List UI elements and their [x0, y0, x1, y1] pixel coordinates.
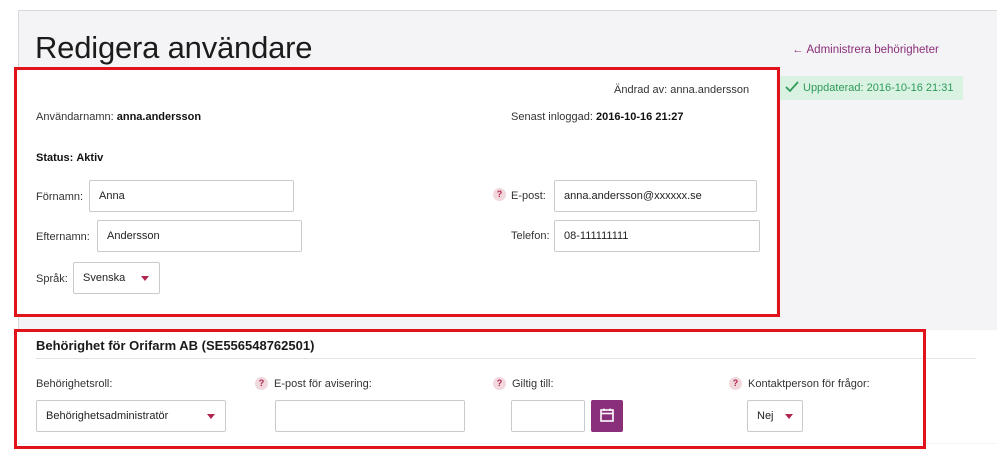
updated-toast: Uppdaterad: 2016-10-16 21:31 [779, 76, 963, 100]
firstname-input[interactable]: Anna [89, 180, 294, 212]
email-label: E-post: [511, 190, 546, 202]
changed-by-value: anna.andersson [670, 84, 750, 96]
firstname-label: Förnamn: [36, 191, 84, 203]
language-label: Språk: [36, 273, 68, 285]
valid-until-help-icon[interactable]: ? [493, 377, 506, 390]
language-select-value: Svenska [83, 272, 126, 284]
administer-permissions-link-label: Administrera behörigheter [806, 44, 939, 56]
contact-help-icon[interactable]: ? [729, 377, 742, 390]
contact-select[interactable]: Nej [747, 400, 803, 432]
calendar-button[interactable] [591, 400, 623, 432]
chevron-down-icon [141, 276, 149, 281]
chevron-down-icon [207, 414, 215, 419]
updated-toast-text: Uppdaterad: 2016-10-16 21:31 [803, 82, 954, 94]
calendar-icon [600, 408, 614, 422]
valid-until-label: Giltig till: [512, 378, 554, 390]
page-title: Redigera användare [35, 30, 313, 65]
username-label: Användarnamn: [36, 111, 114, 123]
contact-label: Kontaktperson för frågor: [748, 378, 870, 390]
valid-until-input[interactable] [511, 400, 585, 432]
last-login-row: Senast inloggad: 2016-10-16 21:27 [511, 111, 683, 123]
phone-label: Telefon: [511, 230, 550, 242]
administer-permissions-link[interactable]: ← Administrera behörigheter [792, 44, 939, 56]
permissions-title: Behörighet för Orifarm AB (SE55654876250… [36, 338, 315, 353]
changed-by-label: Ändrad av: [614, 84, 668, 96]
changed-by: Ändrad av: anna.andersson [614, 84, 749, 96]
lastname-label: Efternamn: [36, 231, 90, 243]
role-select[interactable]: Behörighetsadministratör [36, 400, 226, 432]
phone-input[interactable]: 08-111111111 [554, 220, 760, 252]
email-input[interactable]: anna.andersson@xxxxxx.se [554, 180, 757, 212]
notify-email-input[interactable] [275, 400, 465, 432]
language-select[interactable]: Svenska [73, 262, 160, 294]
status-value: Aktiv [76, 152, 104, 164]
notify-email-help-icon[interactable]: ? [255, 377, 268, 390]
contact-select-value: Nej [757, 410, 774, 422]
username-row: Användarnamn: anna.andersson [36, 111, 201, 123]
arrow-left-icon: ← [792, 44, 804, 56]
lastname-input[interactable]: Andersson [97, 220, 302, 252]
role-select-value: Behörighetsadministratör [46, 410, 169, 422]
last-login-value: 2016-10-16 21:27 [596, 111, 684, 123]
role-label: Behörighetsroll: [36, 378, 113, 390]
username-value: anna.andersson [116, 111, 202, 123]
status-label: Status: [36, 152, 74, 164]
divider [36, 358, 976, 359]
email-help-icon[interactable]: ? [493, 188, 506, 201]
chevron-down-icon [785, 414, 793, 419]
notify-email-label: E-post för avisering: [274, 378, 372, 390]
last-login-label: Senast inloggad: [511, 111, 593, 123]
checkmark-icon [785, 81, 799, 93]
status-row: Status: Aktiv [36, 152, 103, 164]
